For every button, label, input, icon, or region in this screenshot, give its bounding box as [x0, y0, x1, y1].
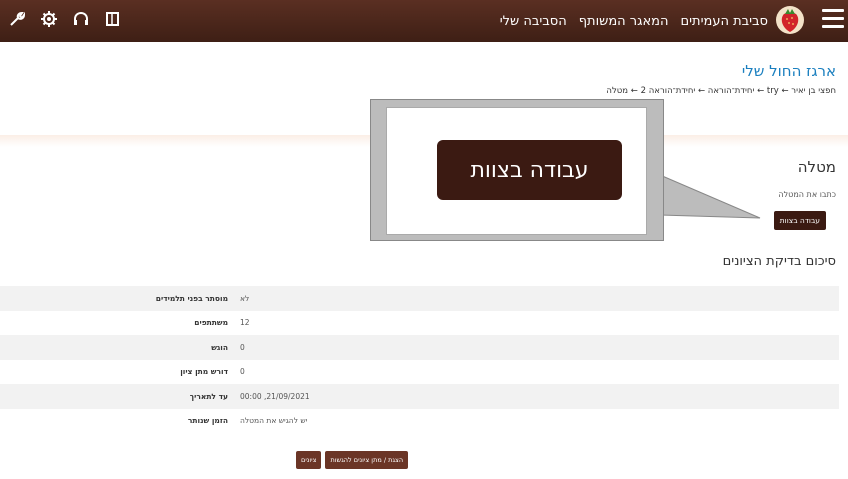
callout-group-work-button: עבודה בצוות [437, 140, 622, 200]
callout-panel: עבודה בצוות [386, 107, 647, 235]
callout-frame: עבודה בצוות [370, 99, 664, 241]
